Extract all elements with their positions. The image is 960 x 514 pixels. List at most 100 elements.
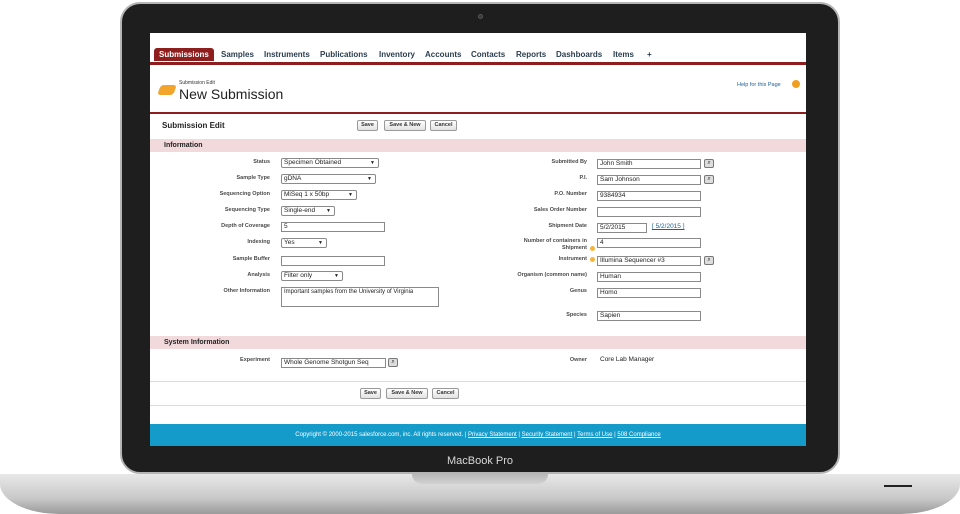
lookup-icon[interactable]: ⌕ — [704, 256, 714, 265]
tab-reports[interactable]: Reports — [516, 50, 546, 59]
sample-type-value: gDNA — [284, 175, 302, 182]
today-date-link[interactable]: [ 5/2/2015 ] — [652, 223, 685, 230]
tab-bar: Submissions Samples Instruments Publicat… — [150, 45, 806, 65]
owner-label: Owner — [569, 357, 587, 363]
containers-input[interactable]: 4 — [597, 238, 701, 248]
terms-link[interactable]: Terms of Use — [577, 432, 612, 438]
chevron-down-icon: ▼ — [370, 160, 375, 166]
footer-divider — [150, 405, 806, 406]
depth-input[interactable]: 5 — [281, 222, 385, 232]
sales-order-label: Sales Order Number — [533, 207, 587, 213]
help-icon[interactable] — [792, 80, 800, 88]
indexing-value: Yes — [284, 239, 295, 246]
tab-dashboards[interactable]: Dashboards — [556, 50, 602, 59]
page-title: New Submission — [179, 86, 284, 102]
information-title: Information — [164, 142, 203, 149]
camera-icon — [478, 14, 483, 19]
shipment-date-input[interactable]: 5/2/2015 — [597, 223, 647, 233]
instrument-label: Instrument — [558, 256, 587, 262]
submitted-by-input[interactable]: John Smith — [597, 159, 701, 169]
indexing-label: Indexing — [247, 239, 270, 245]
indexing-select[interactable]: Yes ▼ — [281, 238, 327, 248]
sample-type-select[interactable]: gDNA ▼ — [281, 174, 376, 184]
sales-order-input[interactable] — [597, 207, 701, 217]
analysis-value: Filter only — [284, 272, 313, 279]
genus-input[interactable]: Homo — [597, 288, 701, 298]
tab-submissions[interactable]: Submissions — [154, 48, 214, 61]
lookup-icon[interactable]: ⌕ — [704, 159, 714, 168]
save-new-button[interactable]: Save & New — [384, 120, 426, 131]
organism-label: Organism (common name) — [517, 272, 587, 278]
tab-publications[interactable]: Publications — [320, 50, 368, 59]
save-button[interactable]: Save — [357, 120, 378, 131]
sample-type-label: Sample Type — [236, 175, 270, 181]
pi-label: P.I. — [579, 175, 587, 181]
app-screen: Submissions Samples Instruments Publicat… — [150, 33, 806, 446]
species-label: Species — [566, 312, 587, 318]
chevron-down-icon: ▼ — [318, 240, 323, 246]
depth-label: Depth of Coverage — [221, 223, 270, 229]
sequencing-type-value: Single-end — [284, 207, 316, 214]
po-number-input[interactable]: 9384934 — [597, 191, 701, 201]
sequencing-type-select[interactable]: Single-end ▼ — [281, 206, 335, 216]
lookup-icon[interactable]: ⌕ — [704, 175, 714, 184]
info-icon — [590, 257, 595, 262]
copyright-text: Copyright © 2000-2015 salesforce.com, in… — [295, 432, 467, 438]
edit-title: Submission Edit — [162, 121, 225, 130]
device-brand: MacBook Pro — [446, 455, 514, 467]
organism-input[interactable]: Human — [597, 272, 701, 282]
security-link[interactable]: Security Statement — [522, 432, 573, 438]
chevron-down-icon: ▼ — [326, 208, 331, 214]
tab-inventory[interactable]: Inventory — [379, 50, 415, 59]
experiment-input[interactable]: Whole Genome Shotgun Seq — [281, 358, 386, 368]
pi-input[interactable]: Sam Johnson — [597, 175, 701, 185]
experiment-label: Experiment — [240, 357, 270, 363]
tab-items[interactable]: Items — [613, 50, 634, 59]
footer: Copyright © 2000-2015 salesforce.com, in… — [150, 424, 806, 446]
owner-value: Core Lab Manager — [600, 356, 655, 363]
status-value: Specimen Obtained — [284, 159, 342, 166]
chevron-down-icon: ▼ — [348, 192, 353, 198]
containers-label-1: Number of containers in — [523, 238, 587, 244]
power-indicator — [884, 485, 912, 487]
other-info-textarea[interactable]: Important samples from the University of… — [281, 287, 439, 307]
sample-buffer-input[interactable] — [281, 256, 385, 266]
system-title: System Information — [164, 339, 230, 346]
lookup-icon[interactable]: ⌕ — [388, 358, 398, 367]
header-divider — [150, 112, 806, 114]
other-info-label: Other Information — [223, 288, 270, 294]
tab-instruments[interactable]: Instruments — [264, 50, 310, 59]
shipment-date-label: Shipment Date — [548, 223, 587, 229]
sequencing-option-select[interactable]: MiSeq 1 x 50bp ▼ — [281, 190, 357, 200]
save-new-button-bottom[interactable]: Save & New — [386, 388, 428, 399]
compliance-link[interactable]: 508 Compliance — [617, 432, 660, 438]
chevron-down-icon: ▼ — [367, 176, 372, 182]
cancel-button-bottom[interactable]: Cancel — [432, 388, 459, 399]
status-select[interactable]: Specimen Obtained ▼ — [281, 158, 379, 168]
po-number-label: P.O. Number — [554, 191, 587, 197]
submission-icon — [157, 85, 177, 95]
containers-label-2: Shipment — [561, 245, 587, 251]
privacy-link[interactable]: Privacy Statement — [468, 432, 517, 438]
tab-contacts[interactable]: Contacts — [471, 50, 505, 59]
tab-accounts[interactable]: Accounts — [425, 50, 461, 59]
tab-samples[interactable]: Samples — [221, 50, 254, 59]
chevron-down-icon: ▼ — [334, 273, 339, 279]
help-link[interactable]: Help for this Page — [737, 82, 781, 88]
laptop-notch — [412, 474, 548, 484]
analysis-select[interactable]: Filter only ▼ — [281, 271, 343, 281]
instrument-input[interactable]: Illumina Sequencer #3 — [597, 256, 701, 266]
sample-buffer-label: Sample Buffer — [232, 256, 270, 262]
info-icon — [590, 246, 595, 251]
save-button-bottom[interactable]: Save — [360, 388, 381, 399]
tab-add[interactable]: + — [647, 50, 652, 59]
system-section: System Information — [150, 336, 806, 349]
information-section: Information — [150, 139, 806, 152]
species-input[interactable]: Sapien — [597, 311, 701, 321]
status-label: Status — [253, 159, 270, 165]
cancel-button[interactable]: Cancel — [430, 120, 457, 131]
sequencing-type-label: Sequencing Type — [224, 207, 270, 213]
genus-label: Genus — [569, 288, 587, 294]
analysis-label: Analysis — [247, 272, 270, 278]
sequencing-option-value: MiSeq 1 x 50bp — [284, 191, 330, 198]
